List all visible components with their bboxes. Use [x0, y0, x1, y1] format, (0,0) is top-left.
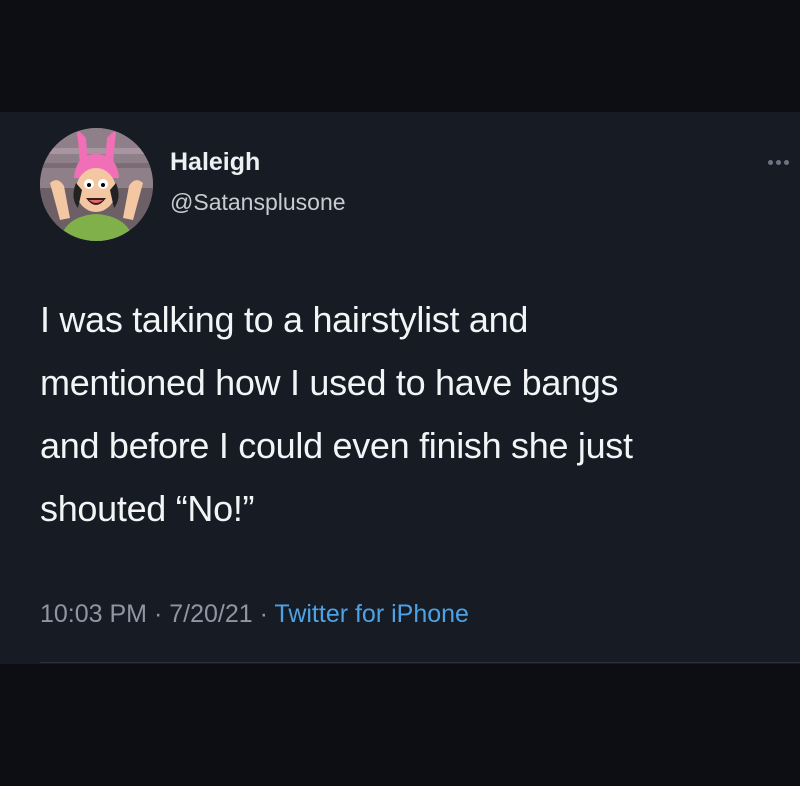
more-options-button[interactable] [760, 150, 796, 174]
top-dark-band [0, 0, 800, 112]
tweet-source-link[interactable]: Twitter for iPhone [274, 600, 469, 628]
more-horizontal-icon-dot [775, 159, 781, 165]
tweet-metadata: 10:03 PM · 7/20/21 · Twitter for iPhone [40, 596, 469, 632]
tweet-date[interactable]: 7/20/21 [169, 600, 252, 628]
author-handle[interactable]: @Satansplusone [170, 188, 346, 216]
divider [40, 662, 800, 663]
tweet-text-line: mentioned how I used to have bangs [40, 362, 619, 403]
meta-separator: · [252, 600, 275, 628]
cartoon-girl-pink-bunny-ears-avatar-icon [40, 128, 153, 241]
screenshot-frame: Haleigh @Satansplusone I was talking to … [0, 0, 800, 786]
tweet-text-line: and before I could even finish she just [40, 425, 633, 466]
more-horizontal-icon-dot [783, 159, 789, 165]
meta-separator: · [147, 600, 170, 628]
tweet-text-line: I was talking to a hairstylist and [40, 299, 529, 340]
avatar[interactable] [40, 128, 153, 241]
tweet-text: I was talking to a hairstylist and menti… [40, 288, 790, 540]
tweet-text-line: shouted “No!” [40, 488, 255, 529]
bottom-dark-band [0, 664, 800, 786]
more-horizontal-icon-dot [767, 159, 773, 165]
tweet-time[interactable]: 10:03 PM [40, 600, 147, 628]
author-display-name[interactable]: Haleigh [170, 147, 260, 177]
